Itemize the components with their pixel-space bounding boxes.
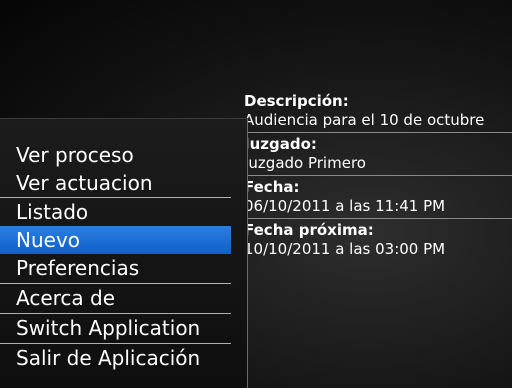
field-fecha: Fecha: 06/10/2011 a las 11:41 PM: [236, 176, 512, 219]
menu-item-ver-actuacion[interactable]: Ver actuacion: [0, 169, 231, 198]
field-label: Fecha próxima:: [244, 221, 374, 239]
menu-item-preferencias[interactable]: Preferencias: [0, 254, 231, 284]
menu-item-ver-proceso[interactable]: Ver proceso: [0, 141, 231, 169]
field-value: 10/10/2011 a las 03:00 PM: [244, 240, 446, 258]
menu-item-salir[interactable]: Salir de Aplicación: [0, 344, 231, 373]
field-value: Audiencia para el 10 de octubre: [244, 111, 485, 129]
popup-menu: Ver proceso Ver actuacion Listado Nuevo …: [0, 118, 248, 388]
menu-item-switch-application[interactable]: Switch Application: [0, 314, 231, 344]
detail-panel: Descripción: Audiencia para el 10 de oct…: [236, 90, 512, 261]
field-label: Descripción:: [244, 92, 349, 110]
field-label: Fecha:: [244, 178, 300, 196]
app-screen: Descripción: Audiencia para el 10 de oct…: [0, 0, 512, 388]
field-fecha-proxima: Fecha próxima: 10/10/2011 a las 03:00 PM: [236, 219, 512, 261]
field-value: Juzgado Primero: [244, 154, 366, 172]
menu-item-nuevo[interactable]: Nuevo: [0, 226, 231, 254]
field-juzgado: Juzgado: Juzgado Primero: [236, 133, 512, 176]
field-value: 06/10/2011 a las 11:41 PM: [244, 197, 446, 215]
field-descripcion: Descripción: Audiencia para el 10 de oct…: [236, 90, 512, 133]
menu-item-acerca-de[interactable]: Acerca de: [0, 284, 231, 314]
field-label: Juzgado:: [244, 135, 317, 153]
menu-item-listado[interactable]: Listado: [0, 198, 231, 226]
